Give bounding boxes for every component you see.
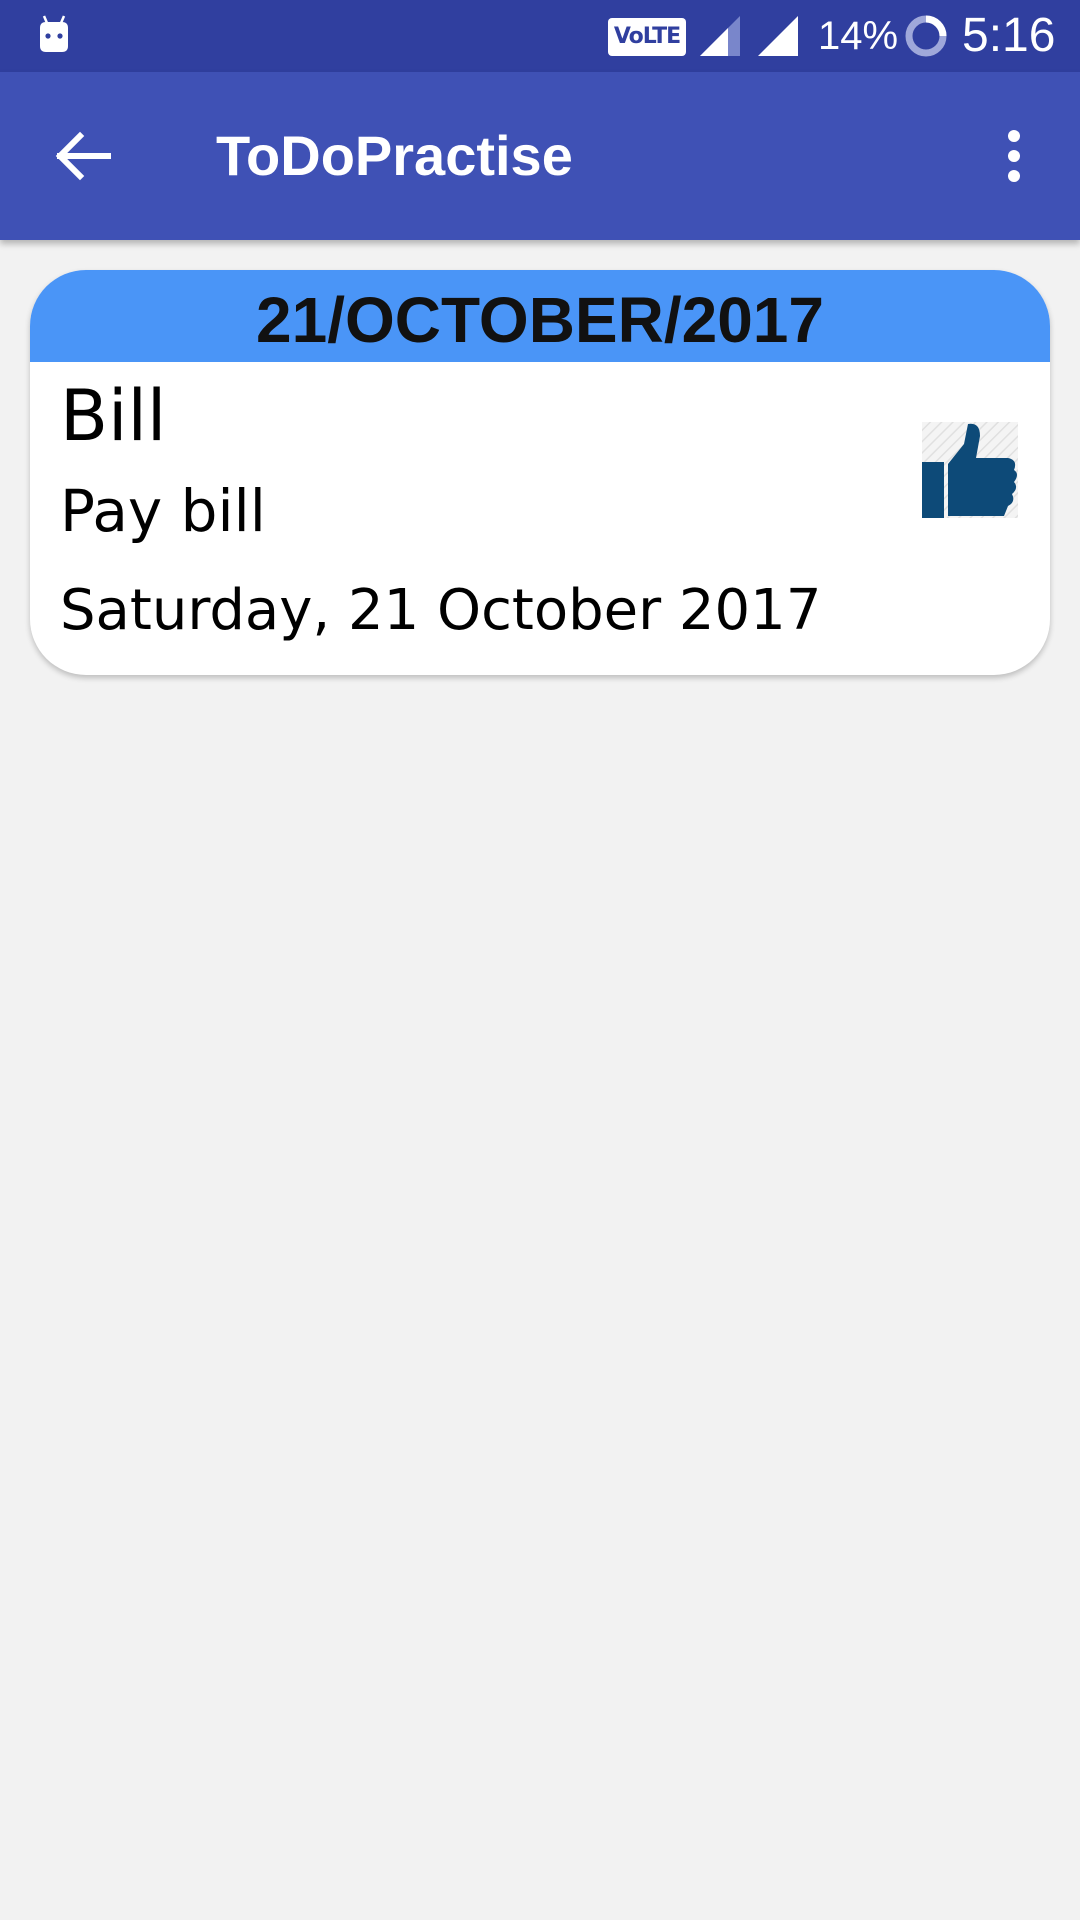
todo-date: Saturday, 21 October 2017 — [60, 578, 822, 643]
android-notification-icon — [40, 15, 68, 52]
volte-badge: VoLTE — [608, 18, 686, 56]
todo-description: Pay bill — [60, 477, 266, 545]
clock: 5:16 — [962, 9, 1056, 62]
thumbs-up-button[interactable] — [920, 420, 1020, 520]
back-button[interactable] — [40, 112, 128, 200]
signal-strength-icon — [700, 16, 740, 56]
todo-card[interactable]: 21/OCTOBER/2017 Bill Pay bill Saturday, … — [30, 270, 1050, 675]
signal-strength-icon — [758, 16, 798, 56]
data-saver-icon — [905, 15, 947, 57]
battery-percentage: 14% — [818, 14, 899, 58]
more-vert-icon — [1008, 130, 1020, 182]
thumbs-up-icon — [922, 422, 1018, 518]
todo-title: Bill — [60, 375, 167, 457]
overflow-menu-button[interactable] — [990, 124, 1038, 188]
app-title: ToDoPractise — [216, 124, 573, 187]
app-bar: ToDoPractise — [0, 72, 1080, 240]
status-bar: VoLTE 14% 5:16 — [0, 0, 1080, 72]
arrow-back-icon — [55, 131, 111, 181]
todo-date-header: 21/OCTOBER/2017 — [30, 270, 1050, 362]
